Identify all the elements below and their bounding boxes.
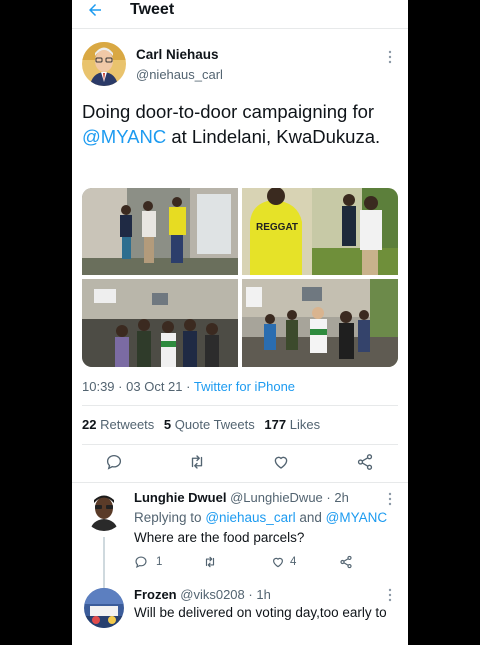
retweet-icon[interactable] [188, 453, 206, 471]
tweet-detail-screen: Tweet Carl Niehaus @niehaus_carl Doing d… [72, 0, 408, 645]
header-divider [72, 28, 408, 29]
photo-4[interactable] [242, 279, 398, 367]
tweet-source-link[interactable]: Twitter for iPhone [194, 379, 295, 394]
top-bar: Tweet [72, 0, 408, 24]
page-title: Tweet [130, 1, 175, 18]
retweets-stat[interactable]: 22 Retweets [82, 417, 154, 432]
quote-tweets-stat[interactable]: 5 Quote Tweets [164, 417, 255, 432]
reply-share-icon[interactable] [339, 555, 353, 569]
author-avatar[interactable] [82, 42, 126, 86]
tweet-timestamp: 10:39 · 03 Oct 21 · Twitter for iPhone [82, 379, 295, 394]
mention-link[interactable]: @MYANC [82, 126, 166, 147]
tweet-time: 10:39 [82, 379, 115, 394]
tweet-text: Doing door-to-door campaigning for @MYAN… [82, 99, 402, 149]
reply-text: Where are the food parcels? [134, 530, 305, 545]
more-options-icon[interactable] [388, 50, 392, 64]
reply-time: 1h [256, 587, 271, 602]
photo-3[interactable] [82, 279, 238, 367]
likes-stat[interactable]: 177 Likes [264, 417, 320, 432]
thread-line [103, 537, 105, 589]
separator: · [248, 587, 253, 602]
reply-retweet-icon[interactable] [203, 555, 217, 569]
retweets-label: Retweets [100, 417, 155, 432]
reply-like-count: 4 [290, 556, 297, 568]
reply-author-handle: @viks0208 [180, 587, 245, 602]
back-arrow-icon[interactable] [86, 1, 104, 19]
reply-author-name: Lunghie Dwuel [134, 490, 227, 505]
separator: · [118, 379, 123, 394]
actions-divider [72, 482, 408, 483]
replying-to-label: Replying to [134, 510, 202, 525]
reply-reply-icon[interactable] [134, 555, 148, 569]
author-name[interactable]: Carl Niehaus [136, 47, 219, 62]
reply-avatar[interactable] [84, 491, 124, 531]
reply-author-name: Frozen [134, 587, 177, 602]
quote-count: 5 [163, 417, 172, 432]
reply-author-line[interactable]: Frozen @viks0208 · 1h [134, 587, 271, 602]
reply-more-options-icon[interactable] [388, 588, 392, 602]
photo-grid: REGGAT [82, 188, 398, 367]
author-handle[interactable]: @niehaus_carl [136, 67, 223, 82]
retweets-count: 22 [82, 417, 97, 432]
photo-2[interactable]: REGGAT [242, 188, 398, 275]
tweet-date: 03 Oct 21 [126, 379, 183, 394]
separator: · [186, 379, 191, 394]
separator: · [326, 490, 331, 505]
replying-to-and: and [299, 510, 322, 525]
tweet-text-part: Doing door-to-door campaigning for [82, 101, 375, 122]
reply-avatar[interactable] [84, 588, 124, 628]
likes-label: Likes [289, 417, 321, 432]
reply-time: 2h [334, 490, 349, 505]
share-icon[interactable] [356, 453, 374, 471]
stats-divider [82, 444, 398, 445]
reply-text: Will be delivered on voting day,too earl… [134, 605, 387, 620]
replying-to-user[interactable]: @MYANC [326, 510, 387, 525]
reply-more-options-icon[interactable] [388, 492, 392, 506]
reply-reply-count: 1 [156, 556, 163, 568]
replying-to: Replying to @niehaus_carl and @MYANC [134, 510, 387, 525]
likes-count: 177 [264, 417, 287, 432]
photo-1[interactable] [82, 188, 238, 275]
quote-label: Quote Tweets [174, 417, 255, 432]
replying-to-user[interactable]: @niehaus_carl [205, 510, 295, 525]
meta-divider [82, 405, 398, 406]
tweet-stats: 22 Retweets 5 Quote Tweets 177 Likes [82, 417, 326, 432]
reply-author-line[interactable]: Lunghie Dwuel @LunghieDwue · 2h [134, 490, 349, 505]
reply-icon[interactable] [105, 453, 123, 471]
reply-like-heart-icon[interactable] [271, 555, 285, 569]
photo-sign-text: REGGAT [256, 222, 298, 233]
tweet-text-part: at Lindelani, KwaDukuza. [166, 126, 381, 147]
like-heart-icon[interactable] [272, 453, 290, 471]
reply-author-handle: @LunghieDwue [230, 490, 323, 505]
